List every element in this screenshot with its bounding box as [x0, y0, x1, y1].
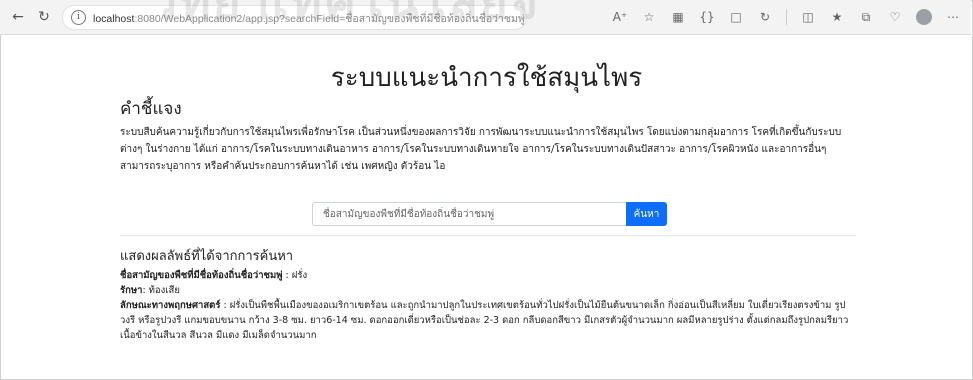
result-question-value: : ฝรั่ง — [282, 270, 308, 281]
browser-toolbar: ← ↻ i localhost:8080/WebApplication2/app… — [0, 0, 971, 35]
extension-grid-icon[interactable]: ▦ — [670, 9, 686, 25]
search-form: ค้นหา — [312, 202, 667, 226]
result-botany-value: : ฝรั่งเป็นพืชพื้นเมืองของอเมริกาเขตร้อน… — [120, 300, 849, 341]
result-botany-label: ลักษณะทางพฤกษศาสตร์ — [120, 300, 221, 311]
back-icon[interactable]: ← — [10, 9, 26, 25]
result-line-treat: รักษา: ท้องเสีย — [120, 283, 856, 298]
profile-avatar[interactable] — [916, 9, 932, 25]
result-question-label: ชื่อสามัญของพืชที่มีชื่อท้องถิ่นชื่อว่าช… — [120, 270, 283, 281]
refresh-icon[interactable]: ↻ — [36, 9, 52, 25]
results-heading: แสดงผลลัพธ์ที่ได้จากการค้นหา — [120, 249, 294, 264]
divider — [120, 235, 856, 236]
site-info-icon[interactable]: i — [71, 10, 86, 25]
favorite-star-icon[interactable]: ☆ — [641, 9, 657, 25]
url-host: localhost — [93, 13, 135, 25]
page-title: ระบบแนะนำการใช้สมุนไพร — [330, 63, 643, 93]
instructions-text: ระบบสืบค้นความรู้เกี่ยวกับการใช้สมุนไพรเ… — [120, 127, 842, 172]
url-text[interactable]: localhost:8080/WebApplication2/app.jsp?s… — [93, 10, 525, 27]
search-button[interactable]: ค้นหา — [626, 202, 667, 226]
toolbar-divider — [786, 9, 787, 25]
toolbar-icons: A⁺ ☆ ▦ {} □ ↻ ◫ ★ ⧉ ♡ ⋯ — [612, 8, 961, 26]
instructions-heading: คำชี้แจง — [120, 99, 182, 119]
address-bar[interactable]: i localhost:8080/WebApplication2/app.jsp… — [62, 5, 527, 30]
more-menu-icon[interactable]: ⋯ — [945, 9, 961, 25]
url-path: :8080/WebApplication2/app.jsp?searchFiel… — [134, 13, 525, 25]
search-input[interactable] — [312, 202, 626, 226]
read-aloud-icon[interactable]: A⁺ — [612, 9, 628, 25]
result-block: ชื่อสามัญของพืชที่มีชื่อท้องถิ่นชื่อว่าช… — [120, 268, 856, 343]
extension-box-icon[interactable]: □ — [728, 9, 744, 25]
result-line-botany: ลักษณะทางพฤกษศาสตร์ : ฝรั่งเป็นพืชพื้นเม… — [120, 298, 856, 343]
favorites-list-icon[interactable]: ★ — [829, 9, 845, 25]
result-line-question: ชื่อสามัญของพืชที่มีชื่อท้องถิ่นชื่อว่าช… — [120, 268, 856, 283]
json-braces-icon[interactable]: {} — [699, 9, 715, 25]
result-treat-label: รักษา — [120, 285, 143, 296]
refresh-extension-icon[interactable]: ↻ — [757, 9, 773, 25]
split-screen-icon[interactable]: ◫ — [800, 9, 816, 25]
collections-icon[interactable]: ⧉ — [858, 9, 874, 25]
browser-essentials-icon[interactable]: ♡ — [887, 9, 903, 25]
result-treat-value: : ท้องเสีย — [142, 285, 180, 296]
